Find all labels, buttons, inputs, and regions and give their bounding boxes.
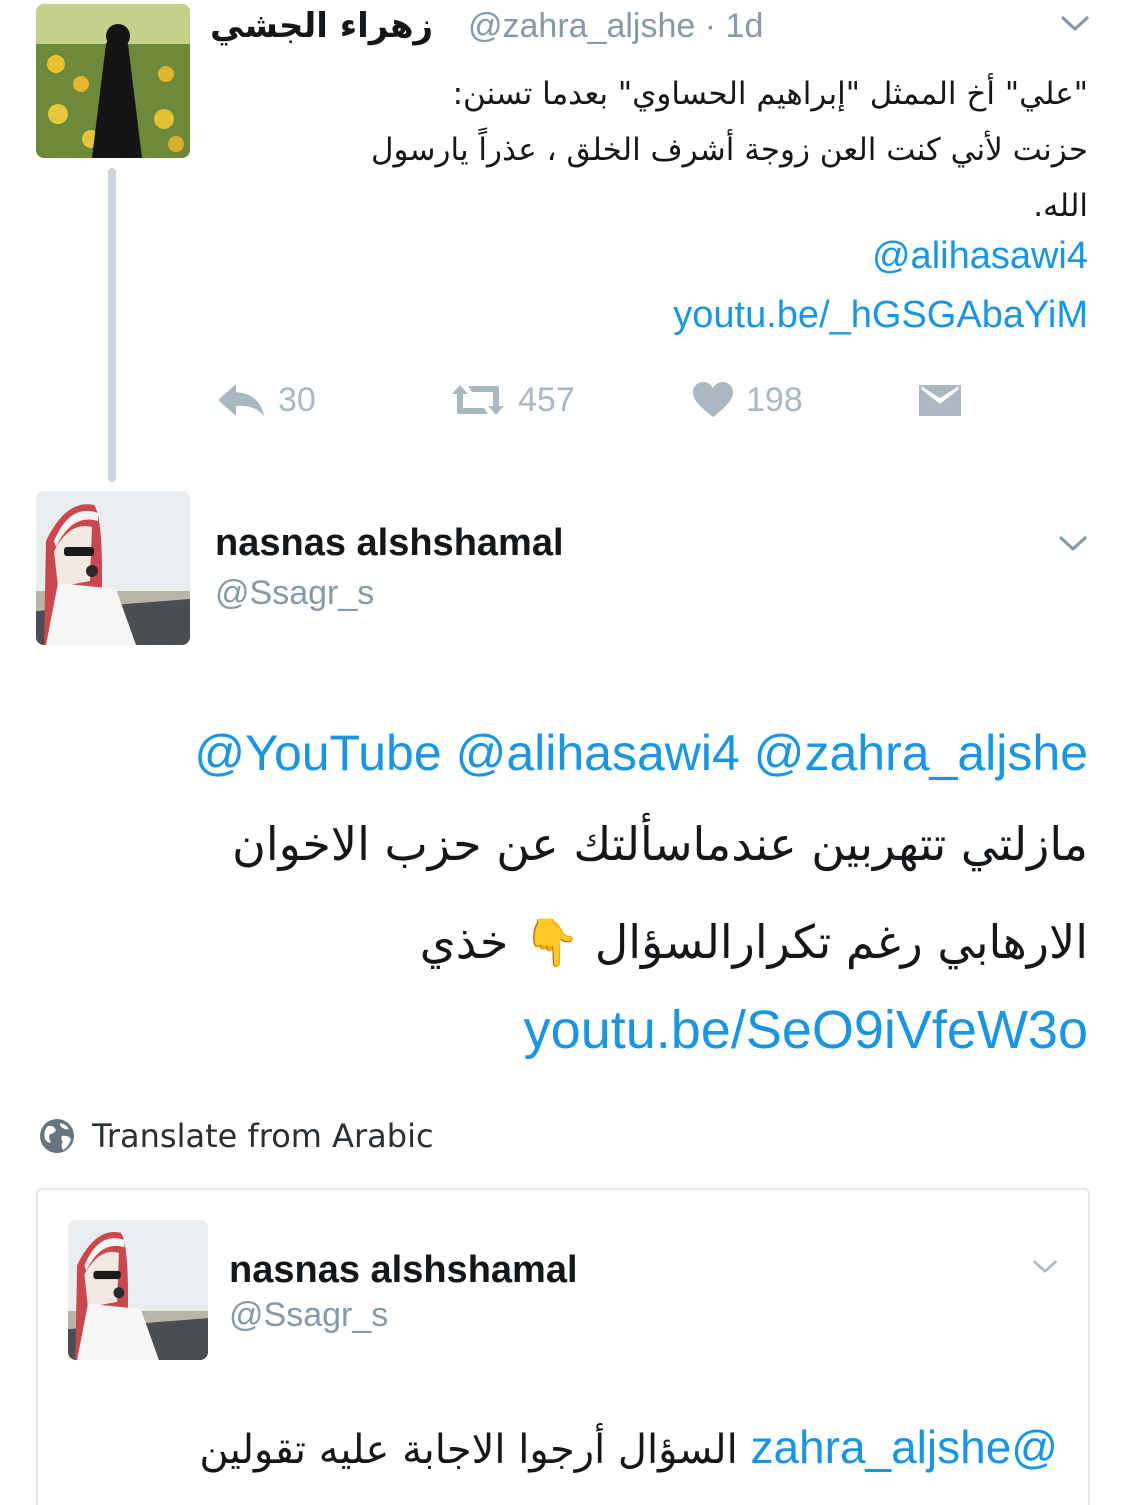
tweet1-mention-link[interactable]: @alihasawi4: [872, 231, 1088, 281]
tweet2-youtube-link[interactable]: youtu.be/SeO9iVfeW3o: [524, 992, 1088, 1068]
retweet-count: 457: [518, 380, 575, 419]
tweet2-handle[interactable]: @Ssagr_s: [215, 570, 374, 616]
tweet1-handle-time[interactable]: @zahra_aljshe · 1d: [468, 2, 763, 50]
tweet1-chevron-down-icon[interactable]: [1060, 14, 1090, 34]
pointing-down-emoji: 👇: [522, 915, 581, 969]
quoted-display-name[interactable]: nasnas alshshamal: [229, 1244, 578, 1296]
quoted-chevron-down-icon[interactable]: [1032, 1258, 1058, 1276]
mention-zahra-link[interactable]: @zahra_aljshe: [754, 725, 1088, 781]
tweet1-display-name[interactable]: زهراء الجشي: [210, 2, 433, 50]
avatar-zahra[interactable]: [36, 4, 190, 158]
tweet2-text-line2-before: الارهابي رغم تكرارالسؤال: [594, 915, 1088, 969]
tweet1-youtube-link[interactable]: youtu.be/_hGSGAbaYiM: [673, 290, 1088, 340]
reply-button[interactable]: 30: [216, 375, 316, 425]
quoted-tweet-text: @zahra_aljshe السؤال أرجوا الاجابة عليه …: [58, 1412, 1058, 1485]
globe-icon: [40, 1119, 74, 1153]
mention-youtube-link[interactable]: @YouTube: [194, 725, 441, 781]
tweet1-text-line: "علي" أخ الممثل "إبراهيم الحساوي" بعدما …: [452, 76, 1088, 112]
mention-alihasawi4-link[interactable]: @alihasawi4: [456, 725, 740, 781]
avatar-nasnas-image: [36, 491, 190, 645]
quoted-avatar-image: [68, 1220, 208, 1360]
quoted-mention-link[interactable]: @zahra_aljshe: [750, 1421, 1058, 1473]
quoted-text: السؤال أرجوا الاجابة عليه تقولين: [199, 1427, 738, 1473]
tweet2-text-line2-after: خذي: [419, 915, 509, 969]
tweet1-header: زهراء الجشي @zahra_aljshe · 1d: [210, 2, 790, 50]
like-icon: [693, 382, 733, 417]
tweet1-text: "علي" أخ الممثل "إبراهيم الحساوي" بعدما …: [228, 66, 1088, 234]
avatar-zahra-image: [36, 4, 190, 158]
direct-message-icon: [919, 385, 961, 416]
translate-label: Translate from Arabic: [92, 1117, 434, 1155]
tweet2-display-name[interactable]: nasnas alshshamal: [215, 516, 564, 570]
direct-message-button[interactable]: [918, 375, 962, 425]
reply-icon: [218, 384, 264, 416]
tweet1-time: · 1d: [704, 7, 764, 45]
tweet2-text-line-2: الارهابي رغم تكرارالسؤال 👇 خذي: [28, 902, 1088, 982]
tweet2-mentions: @YouTube @alihasawi4 @zahra_aljshe: [194, 718, 1088, 788]
thread-connector-line: [108, 168, 116, 482]
quoted-avatar-nasnas[interactable]: [68, 1220, 208, 1360]
tweet1-handle[interactable]: @zahra_aljshe: [468, 7, 695, 45]
tweet1-text-line: الله.: [1033, 188, 1088, 224]
tweet2-text-line: مازلتي تتهربين عندماسألتك عن حزب الاخوان: [232, 817, 1088, 871]
retweet-button[interactable]: 457: [450, 375, 575, 425]
quoted-tweet-card[interactable]: nasnas alshshamal @Ssagr_s @zahra_aljshe…: [36, 1188, 1090, 1505]
tweet1-text-line: حزنت لأني كنت العن زوجة أشرف الخلق ، عذر…: [371, 132, 1088, 168]
tweet2-chevron-down-icon[interactable]: [1058, 534, 1088, 554]
quoted-handle[interactable]: @Ssagr_s: [229, 1292, 388, 1338]
avatar-nasnas[interactable]: [36, 491, 190, 645]
retweet-icon: [452, 385, 504, 415]
like-button[interactable]: 198: [692, 375, 803, 425]
like-count: 198: [746, 380, 803, 419]
translate-button[interactable]: Translate from Arabic: [38, 1112, 434, 1160]
reply-count: 30: [278, 380, 316, 419]
